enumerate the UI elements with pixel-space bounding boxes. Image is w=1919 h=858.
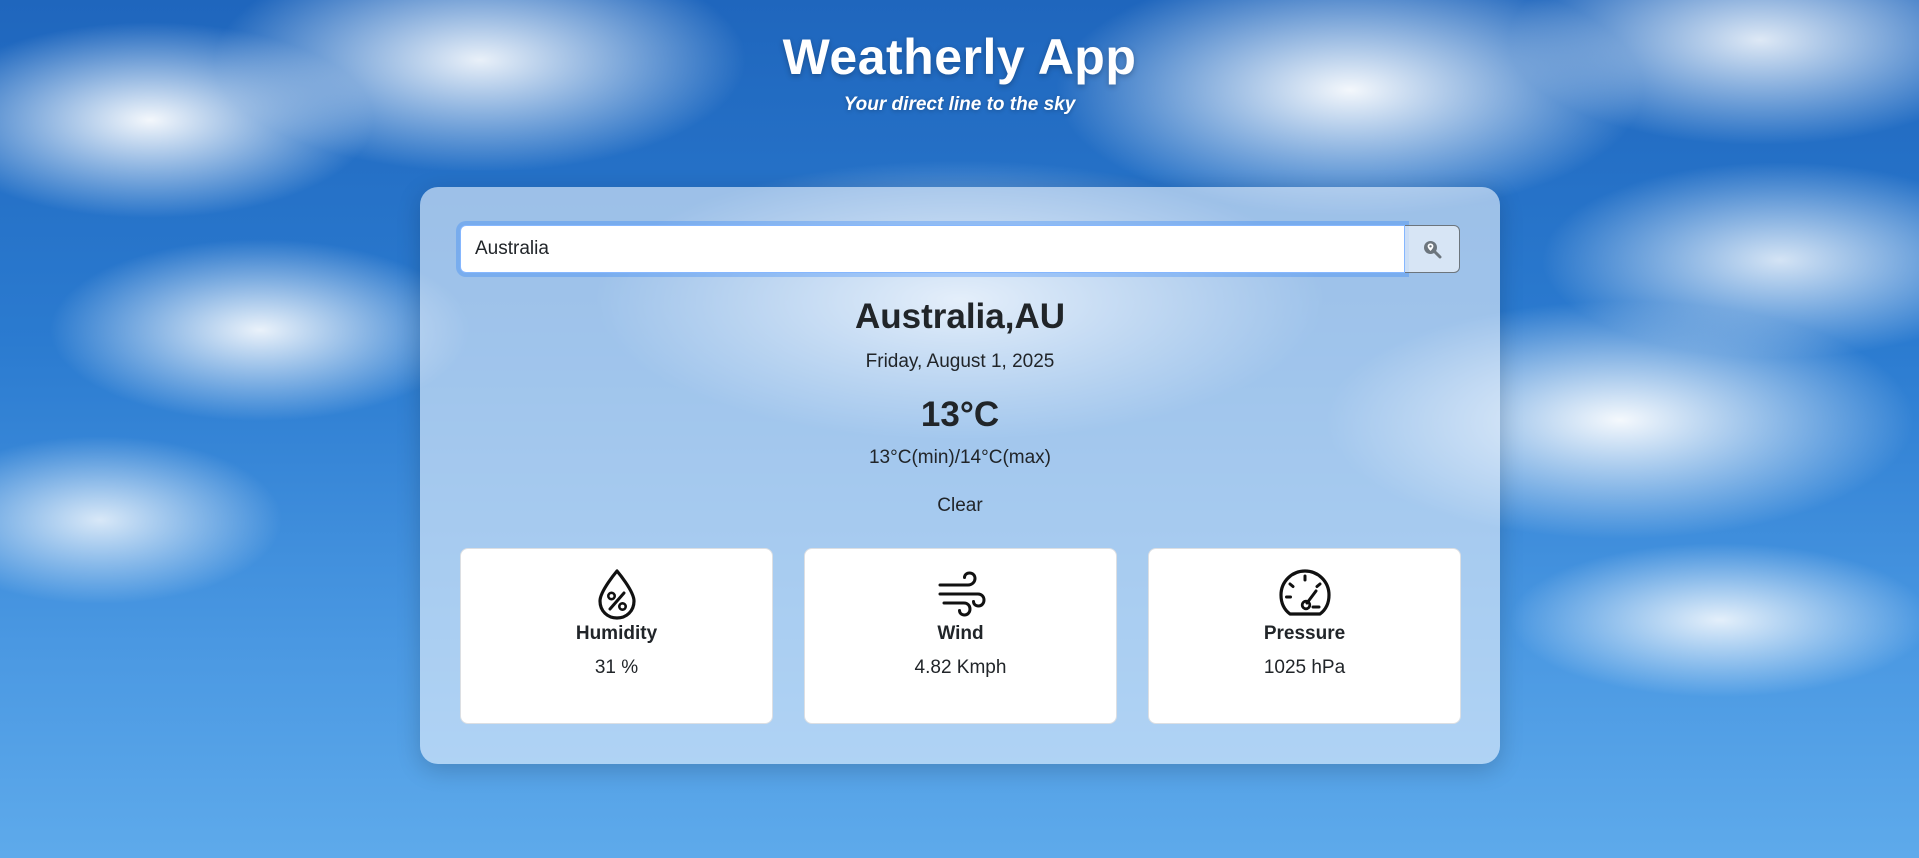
humidity-label: Humidity — [575, 623, 658, 644]
pressure-label: Pressure — [1263, 623, 1346, 644]
wind-value: 4.82 Kmph — [914, 657, 1007, 678]
search-input[interactable] — [460, 225, 1405, 273]
search-button[interactable] — [1405, 225, 1460, 273]
humidity-card: Humidity 31 % — [460, 548, 773, 724]
search-location-icon — [1424, 241, 1442, 259]
app-title: Weatherly App — [782, 29, 1137, 85]
app-header: Weatherly App Your direct line to the sk… — [0, 28, 1919, 116]
current-temperature: 13°C — [920, 395, 1000, 434]
search-bar — [460, 225, 1460, 273]
weather-card: Australia,AU Friday, August 1, 2025 13°C… — [420, 187, 1500, 764]
pressure-value: 1025 hPa — [1263, 657, 1346, 678]
wind-card: Wind 4.82 Kmph — [804, 548, 1117, 724]
location-name: Australia,AU — [854, 297, 1066, 336]
humidity-value: 31 % — [594, 657, 639, 678]
gauge-icon — [1278, 569, 1331, 616]
weather-stats: Humidity 31 % Wind 4.82 Kmph Pressure 10… — [460, 548, 1461, 724]
wind-icon — [938, 571, 986, 617]
weather-condition: Clear — [937, 495, 983, 516]
min-max-temperature: 13°C(min)/14°C(max) — [868, 447, 1051, 468]
pressure-card: Pressure 1025 hPa — [1148, 548, 1461, 724]
wind-label: Wind — [937, 623, 984, 644]
humidity-drop-icon — [597, 569, 636, 620]
app-subtitle: Your direct line to the sky — [843, 94, 1076, 115]
current-date: Friday, August 1, 2025 — [865, 351, 1055, 372]
current-weather: Australia,AU Friday, August 1, 2025 13°C… — [420, 297, 1500, 517]
